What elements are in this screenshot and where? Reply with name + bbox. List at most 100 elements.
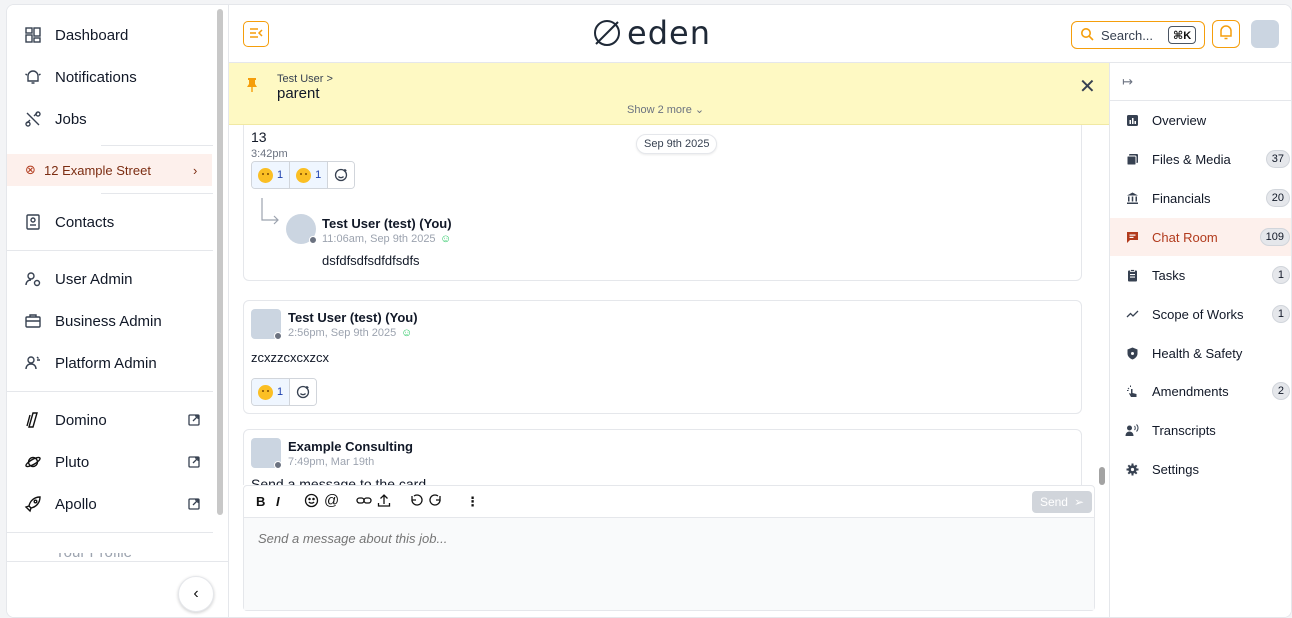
clipboard-icon: [1125, 268, 1139, 282]
message-card: Test User (test) (You) 2:56pm, Sep 9th 2…: [243, 300, 1082, 414]
sidebar-active-job[interactable]: ⊗ 12 Example Street ›: [7, 154, 212, 186]
sidebar-item-profile[interactable]: Your Profile: [55, 553, 132, 561]
show-more-link[interactable]: Show 2 more ⌄: [627, 103, 704, 116]
count-badge: 1: [1271, 305, 1290, 323]
collapse-panel-icon[interactable]: ↦: [1122, 74, 1133, 90]
count-badge: 37: [1265, 150, 1290, 168]
shield-icon: [1125, 346, 1139, 360]
external-link-icon[interactable]: [187, 455, 201, 469]
sidebar-item-pluto[interactable]: Pluto: [7, 441, 212, 483]
sidebar-item-platform-admin[interactable]: Platform Admin: [7, 342, 212, 384]
panel-item-files-media[interactable]: Files & Media 37: [1110, 140, 1291, 178]
panel-item-label: Financials: [1152, 190, 1211, 206]
bell-icon: [23, 67, 43, 87]
bank-icon: [1125, 191, 1139, 205]
sidebar-item-business-admin[interactable]: Business Admin: [7, 300, 212, 342]
send-button[interactable]: Send ➢: [1032, 491, 1092, 513]
chat-scrollbar[interactable]: [1099, 467, 1105, 485]
panel-item-transcripts[interactable]: Transcripts: [1110, 411, 1291, 449]
message-text: Send a message to the card: [251, 476, 427, 485]
toggle-sidebar-button[interactable]: [243, 21, 269, 47]
close-icon[interactable]: ✕: [1079, 77, 1096, 97]
sidebar-item-label: Notifications: [55, 68, 137, 86]
panel-item-overview[interactable]: Overview: [1110, 101, 1291, 139]
chat-icon: [1125, 230, 1139, 244]
panel-item-financials[interactable]: Financials 20: [1110, 179, 1291, 217]
more-options-icon[interactable]: ⋮: [466, 494, 479, 510]
panel-item-scope-of-works[interactable]: Scope of Works 1: [1110, 295, 1291, 333]
menu-collapse-icon: [249, 27, 263, 42]
add-emoji-icon: [296, 385, 310, 399]
seen-icon: ☺: [401, 327, 413, 339]
reaction-button[interactable]: 1: [252, 379, 291, 405]
close-circle-icon[interactable]: ⊗: [25, 162, 36, 178]
tap-icon: [1125, 384, 1139, 398]
message-input[interactable]: [244, 518, 1094, 610]
redo-icon[interactable]: [429, 493, 443, 511]
add-reaction-button[interactable]: [290, 379, 317, 405]
pin-icon: [245, 77, 259, 98]
reply-time: 11:06am, Sep 9th 2025: [322, 233, 436, 245]
mention-icon[interactable]: @: [324, 492, 339, 509]
tools-icon: [23, 109, 43, 129]
panel-item-tasks[interactable]: Tasks 1: [1110, 256, 1291, 294]
app-window: Dashboard Notifications Jobs ⊗ 12 Exampl…: [6, 4, 1292, 618]
reaction-button[interactable]: 1: [252, 162, 291, 188]
panel-item-settings[interactable]: Settings: [1110, 450, 1291, 488]
divider: [7, 561, 229, 562]
external-link-icon[interactable]: [187, 497, 201, 511]
panel-item-chat-room[interactable]: Chat Room 109: [1110, 218, 1291, 256]
panel-item-label: Scope of Works: [1152, 306, 1244, 322]
panel-item-label: Health & Safety: [1152, 345, 1243, 361]
message-time: 7:49pm, Mar 19th: [288, 456, 375, 468]
pinned-title: parent: [277, 85, 320, 102]
message-author: Test User (test) (You): [288, 310, 418, 325]
sidebar-item-domino[interactable]: Domino: [7, 399, 212, 441]
sidebar-item-user-admin[interactable]: User Admin: [7, 258, 212, 300]
seen-icon: ☺: [440, 233, 452, 245]
notifications-button[interactable]: [1212, 20, 1240, 48]
undo-icon[interactable]: [409, 493, 423, 511]
italic-icon[interactable]: I: [276, 494, 280, 509]
user-avatar[interactable]: [1251, 20, 1279, 48]
avatar: [251, 309, 282, 340]
collapse-sidebar-button[interactable]: ‹: [178, 576, 214, 612]
reaction-count: 1: [315, 169, 322, 181]
sidebar-item-notifications[interactable]: Notifications: [7, 56, 212, 98]
sidebar-item-jobs[interactable]: Jobs: [7, 98, 212, 140]
sidebar-item-apollo[interactable]: Apollo: [7, 483, 212, 525]
bold-icon[interactable]: B: [256, 494, 265, 509]
active-job-label: 12 Example Street: [44, 162, 151, 178]
search-button[interactable]: Search... ⌘K: [1071, 21, 1205, 49]
sidebar-item-dashboard[interactable]: Dashboard: [7, 14, 212, 56]
panel-item-label: Chat Room: [1152, 229, 1218, 245]
sidebar-item-label: Dashboard: [55, 26, 129, 44]
panel-header: ↦: [1110, 63, 1291, 101]
panel-item-label: Amendments: [1152, 383, 1229, 399]
avatar: [251, 438, 282, 469]
dashboard-icon: [23, 25, 43, 45]
panel-item-label: Tasks: [1152, 267, 1186, 283]
external-link-icon[interactable]: [187, 413, 201, 427]
emoji-icon: [258, 384, 273, 400]
panel-item-health-safety[interactable]: Health & Safety: [1110, 334, 1291, 372]
panel-item-amendments[interactable]: Amendments 2: [1110, 372, 1291, 410]
panel-item-label: Transcripts: [1152, 422, 1216, 438]
reaction-button[interactable]: 1: [290, 162, 329, 188]
chat-messages[interactable]: 13 3:42pm Sep 9th 2025 1 1 Test User (te…: [229, 125, 1109, 485]
sidebar-item-contacts[interactable]: Contacts: [7, 201, 212, 243]
pinned-message-banner[interactable]: Test User > parent Show 2 more ⌄ ✕: [229, 63, 1109, 125]
sidebar-item-label: Domino: [55, 411, 107, 429]
message-card: 13 3:42pm Sep 9th 2025 1 1 Test User (te…: [243, 125, 1082, 281]
logo-text: eden: [627, 14, 711, 52]
images-icon: [1125, 152, 1139, 166]
link-icon[interactable]: [356, 493, 372, 511]
top-header: eden Search... ⌘K: [229, 5, 1291, 63]
emoji-icon: [258, 167, 273, 183]
add-reaction-button[interactable]: [328, 162, 355, 188]
sidebar-item-label: Apollo: [55, 495, 97, 513]
message-composer: B I @ ⋮ Send ➢: [243, 485, 1095, 611]
emoji-picker-icon[interactable]: [304, 493, 319, 511]
sidebar-scrollbar[interactable]: [217, 9, 223, 515]
upload-icon[interactable]: [377, 493, 391, 511]
